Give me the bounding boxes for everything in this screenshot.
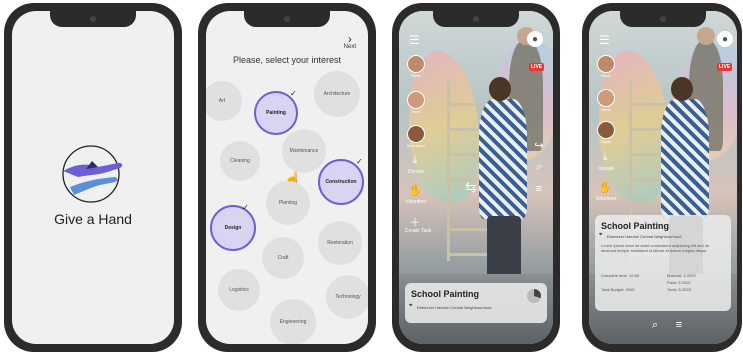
interest-architecture[interactable]: Architecture bbox=[314, 71, 360, 117]
detail-row-value: Tools: 5 2020 bbox=[667, 287, 691, 292]
avatar[interactable] bbox=[597, 121, 615, 139]
next-button[interactable]: › Next bbox=[343, 32, 356, 51]
phone-live-view: ☰ ● LIVE Name Name Send Name ⤓ Donate ✋ … bbox=[392, 3, 560, 352]
front-camera bbox=[90, 16, 96, 22]
interest-maintenance[interactable]: Maintenance bbox=[282, 129, 326, 173]
location-pin-icon: ⌖ bbox=[599, 232, 603, 238]
hamburger-menu-icon[interactable]: ☰ bbox=[599, 33, 610, 47]
front-camera bbox=[473, 16, 479, 22]
interest-restoration[interactable]: Restoration bbox=[318, 221, 362, 265]
volunteer-label: Volunteer bbox=[595, 196, 617, 202]
splash-screen: Give a Hand bbox=[12, 11, 174, 344]
campaign-location: Ebenezer Haerice Central Neighbourhood bbox=[607, 234, 682, 239]
profile-icon[interactable]: ● bbox=[717, 31, 733, 47]
avatar-label: Name bbox=[601, 140, 611, 144]
campaign-description: Lorem ipsum dolor sit amet consectetur a… bbox=[601, 243, 710, 253]
hamburger-menu-icon[interactable]: ☰ bbox=[409, 33, 420, 47]
live-badge: LIVE bbox=[529, 63, 545, 71]
location-pin-icon: ⌖ bbox=[409, 303, 413, 309]
detail-row-value: Paint: 5 2020 bbox=[667, 280, 691, 285]
detail-row-label: Total Budget: 2000 bbox=[601, 287, 635, 292]
interest-technology[interactable]: Technology bbox=[326, 275, 368, 319]
donate-label: Donate bbox=[407, 169, 425, 175]
campaign-title: School Painting bbox=[601, 221, 670, 231]
campaign-card[interactable]: School Painting ⌖ Ebenezer Haerice Centr… bbox=[405, 283, 547, 323]
volunteer-icon[interactable]: ✋ bbox=[403, 184, 427, 197]
avatar-label: Name bbox=[601, 108, 611, 112]
interest-craft[interactable]: Craft bbox=[262, 237, 304, 279]
campaign-location: Ebenezer Haerice Central Neighbourhood bbox=[417, 305, 492, 310]
notch bbox=[50, 11, 136, 27]
phone-detail-view: ☰ ● LIVE Name Name Name ⤓ Donate ✋ Volun… bbox=[582, 3, 742, 352]
interest-engineering[interactable]: Engineering bbox=[270, 299, 316, 344]
campaign-detail-card[interactable]: School Painting ⌖ Ebenezer Haerice Centr… bbox=[595, 215, 731, 311]
avatar-label: Name bbox=[411, 110, 421, 114]
avatar-label: Name bbox=[411, 74, 421, 78]
swipe-gesture-icon: ⇆ bbox=[465, 179, 477, 195]
notch bbox=[244, 11, 330, 27]
avatar[interactable] bbox=[407, 125, 425, 143]
check-icon: ✓ bbox=[356, 157, 363, 166]
give-a-hand-logo bbox=[58, 139, 128, 209]
campaign-title: School Painting bbox=[411, 289, 480, 299]
interest-title: Please, select your interest bbox=[232, 55, 342, 65]
list-icon[interactable]: ≡ bbox=[667, 319, 691, 331]
search-icon[interactable]: ⌕ bbox=[527, 161, 551, 174]
progress-pie bbox=[527, 289, 541, 303]
live-screen: ☰ ● LIVE Name Name Send Name ⤓ Donate ✋ … bbox=[399, 11, 553, 344]
avatar-label: Send Name bbox=[406, 144, 426, 148]
interest-art[interactable]: Art bbox=[206, 81, 242, 121]
interests-screen: › Next Please, select your interest Art … bbox=[206, 11, 368, 344]
donate-icon[interactable]: ⤓ bbox=[403, 154, 427, 167]
avatar-label: Name bbox=[601, 74, 611, 78]
avatar[interactable] bbox=[407, 55, 425, 73]
phone-splash: Give a Hand bbox=[4, 3, 182, 352]
notch bbox=[433, 11, 519, 27]
list-icon[interactable]: ≡ bbox=[527, 183, 551, 195]
interest-cleaning[interactable]: Cleaning bbox=[220, 141, 260, 181]
avatar[interactable] bbox=[407, 91, 425, 109]
profile-icon[interactable]: ● bbox=[527, 31, 543, 47]
volunteer-label: Volunteer bbox=[405, 199, 427, 205]
front-camera bbox=[284, 16, 290, 22]
check-icon: ✓ bbox=[242, 203, 249, 212]
check-icon: ✓ bbox=[290, 89, 297, 98]
volunteer-icon[interactable]: ✋ bbox=[593, 181, 617, 194]
phone-interests: › Next Please, select your interest Art … bbox=[198, 3, 376, 352]
front-camera bbox=[660, 16, 666, 22]
detail-row-value: Material: 5 2020 bbox=[667, 273, 696, 278]
donate-label: Donate bbox=[597, 166, 615, 172]
detail-row-label: Complete time: 12:00 bbox=[601, 273, 640, 278]
interest-planting[interactable]: Planting bbox=[266, 181, 310, 225]
share-icon[interactable]: ↪ bbox=[527, 139, 551, 152]
notch bbox=[620, 11, 706, 27]
donate-icon[interactable]: ⤓ bbox=[593, 151, 617, 164]
search-icon[interactable]: ⌕ bbox=[643, 319, 667, 332]
interest-design[interactable]: Design bbox=[210, 205, 256, 251]
detail-screen: ☰ ● LIVE Name Name Name ⤓ Donate ✋ Volun… bbox=[589, 11, 737, 344]
brand-name: Give a Hand bbox=[54, 211, 132, 227]
live-badge: LIVE bbox=[717, 63, 733, 71]
avatar[interactable] bbox=[597, 89, 615, 107]
next-label: Next bbox=[343, 44, 356, 50]
interest-logistics[interactable]: Logistics bbox=[218, 269, 260, 311]
create-task-label: Create Task bbox=[404, 228, 432, 234]
avatar[interactable] bbox=[597, 55, 615, 73]
chevron-right-icon: › bbox=[347, 32, 352, 46]
